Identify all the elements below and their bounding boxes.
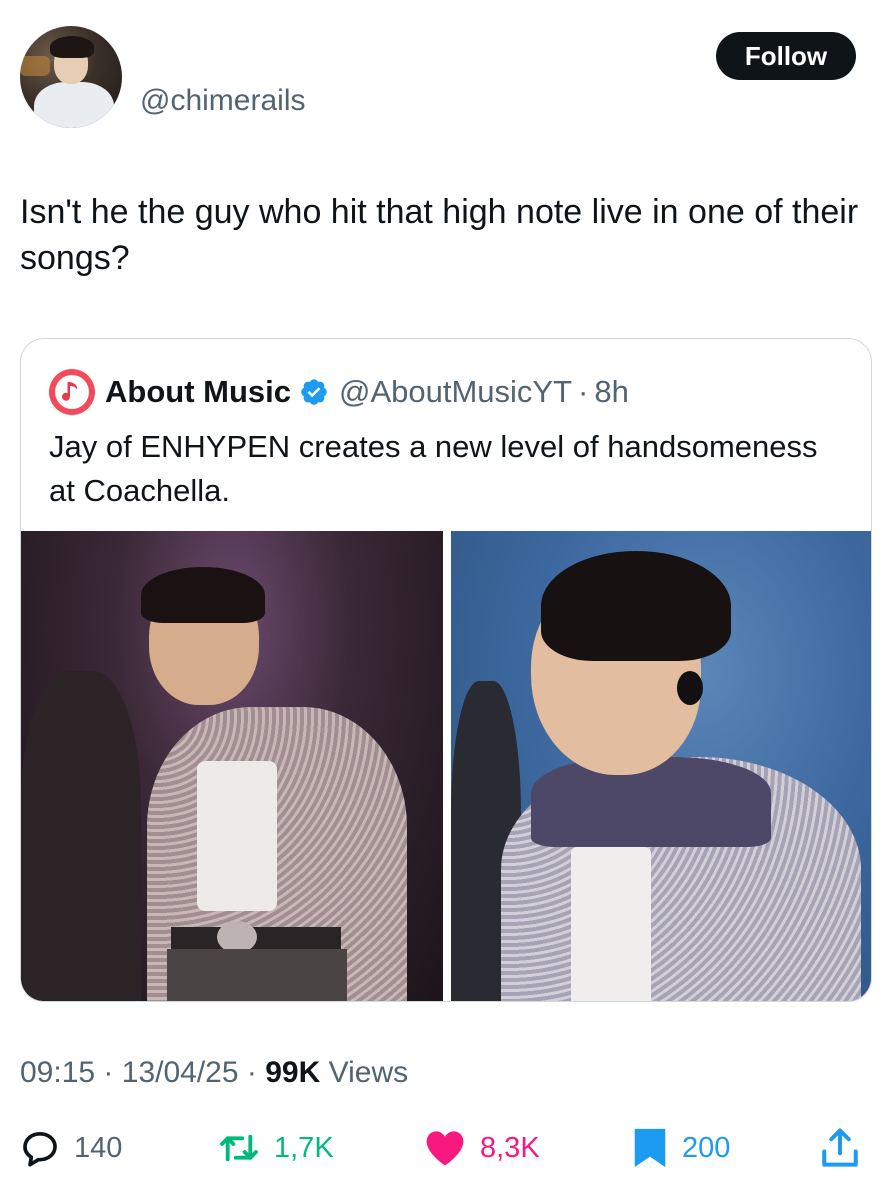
background-person [21, 671, 141, 1001]
header-separator: · [578, 374, 589, 409]
tweet-text: Isn't he the guy who hit that high note … [20, 193, 859, 277]
bookmark-button[interactable]: 200 [632, 1124, 730, 1172]
quoted-tweet-card[interactable]: About Music @AboutMusicYT · 8h Jay of EN… [20, 338, 872, 1002]
reply-button[interactable]: 140 [20, 1124, 122, 1172]
quoted-tweet-time[interactable]: 8h [594, 374, 628, 410]
retweet-icon [218, 1128, 260, 1168]
like-button[interactable]: 8,3K [424, 1124, 540, 1172]
retweet-count: 1,7K [274, 1131, 334, 1164]
quoted-author-name[interactable]: About Music [105, 374, 291, 410]
music-note-icon [55, 375, 89, 409]
views-label: Views [328, 1056, 409, 1089]
meta-separator: · [246, 1056, 257, 1089]
performer-hair [141, 567, 265, 623]
retweet-button[interactable]: 1,7K [218, 1124, 334, 1172]
share-button[interactable] [820, 1124, 860, 1172]
quoted-photo-left[interactable] [21, 531, 443, 1001]
performer-hair [541, 551, 731, 661]
reply-icon [20, 1128, 60, 1168]
like-count: 8,3K [480, 1131, 540, 1164]
tweet-time[interactable]: 09:15 [20, 1056, 95, 1089]
in-ear-monitor [677, 671, 703, 705]
quoted-tweet-header: About Music @AboutMusicYT · 8h [49, 369, 629, 415]
quoted-author-avatar[interactable] [49, 369, 95, 415]
reply-count: 140 [74, 1131, 123, 1164]
quoted-author-handle[interactable]: @AboutMusicYT [339, 374, 572, 410]
heart-icon [424, 1128, 466, 1168]
white-shirt [197, 761, 277, 911]
follow-button[interactable]: Follow [716, 32, 856, 80]
action-bar: 140 1,7K 8,3K 200 [20, 1124, 872, 1172]
tweet-date[interactable]: 13/04/25 [122, 1056, 239, 1089]
author-handle[interactable]: @chimerails [140, 84, 305, 118]
avatar-hair [50, 36, 94, 58]
author-avatar[interactable] [20, 26, 122, 128]
share-icon [820, 1127, 860, 1169]
pants [167, 949, 347, 1001]
avatar-shirt [34, 82, 114, 128]
avatar-background-lights [20, 56, 50, 76]
verified-badge-icon [299, 377, 329, 407]
white-shirt [571, 847, 651, 1001]
tweet-meta: 09:15 · 13/04/25 · 99K Views [20, 1056, 408, 1090]
jacket-collar [531, 757, 771, 847]
quoted-photo-right[interactable] [451, 531, 871, 1001]
meta-separator: · [103, 1056, 114, 1089]
bookmark-icon [632, 1127, 668, 1169]
quoted-tweet-text: Jay of ENHYPEN creates a new level of ha… [49, 429, 818, 509]
views-count: 99K [265, 1056, 321, 1089]
bookmark-count: 200 [682, 1131, 731, 1164]
